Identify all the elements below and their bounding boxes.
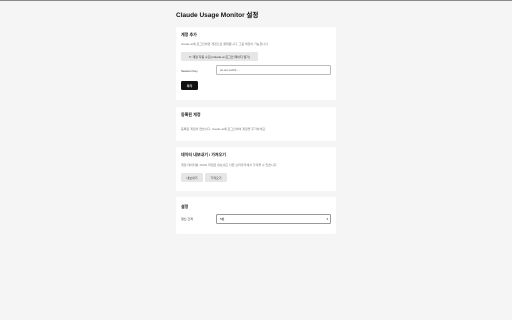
session-key-label: Session Key	[181, 69, 198, 73]
add-account-description: claude.ai에 로그인하면 계정으로 결제됩니다. 그림 해당이 가능합니…	[181, 42, 269, 46]
data-io-description: 계정 데이터를 JSON 파일로 내보내고 다른 브라우저에서 가져올 수 있습…	[181, 163, 278, 167]
data-io-card: 데이터 내보내기 / 가져오기 계정 데이터를 JSON 파일로 내보내고 다른…	[176, 147, 336, 191]
page-title: Claude Usage Monitor 설정	[176, 12, 259, 19]
add-account-title: 계정 추가	[181, 32, 197, 37]
add-button[interactable]: 추가	[181, 81, 198, 90]
settings-card: 설정 갱신 간격 5분 ▾	[176, 197, 336, 234]
import-button[interactable]: 가져오기	[205, 173, 227, 182]
export-button[interactable]: 내보내기	[181, 173, 203, 182]
data-io-title: 데이터 내보내기 / 가져오기	[181, 152, 226, 157]
registered-accounts-card: 등록된 계정 등록된 계정이 없습니다. claude.ai에 로그인하여 계정…	[176, 107, 336, 141]
add-account-card: 계정 추가 claude.ai에 로그인하면 계정으로 결제됩니다. 그림 해당…	[176, 27, 336, 100]
chevron-down-icon: ▾	[326, 217, 328, 221]
interval-selected-value: 5분	[220, 217, 225, 221]
registered-accounts-title: 등록된 계정	[181, 112, 201, 117]
window-top-border	[0, 0, 512, 1]
settings-title: 설정	[181, 204, 189, 209]
interval-select[interactable]: 5분 ▾	[216, 214, 331, 224]
session-key-input[interactable]: sk-ant-sid01-...	[216, 65, 331, 75]
interval-label: 갱신 간격	[181, 217, 193, 221]
auto-collect-button[interactable]: ↻ 계정 자동 수집 (claude.ai 로그인 페이지 열기)	[181, 52, 258, 61]
registered-accounts-empty-text: 등록된 계정이 없습니다. claude.ai에 로그인하여 계정을 추가하세요…	[181, 127, 266, 131]
